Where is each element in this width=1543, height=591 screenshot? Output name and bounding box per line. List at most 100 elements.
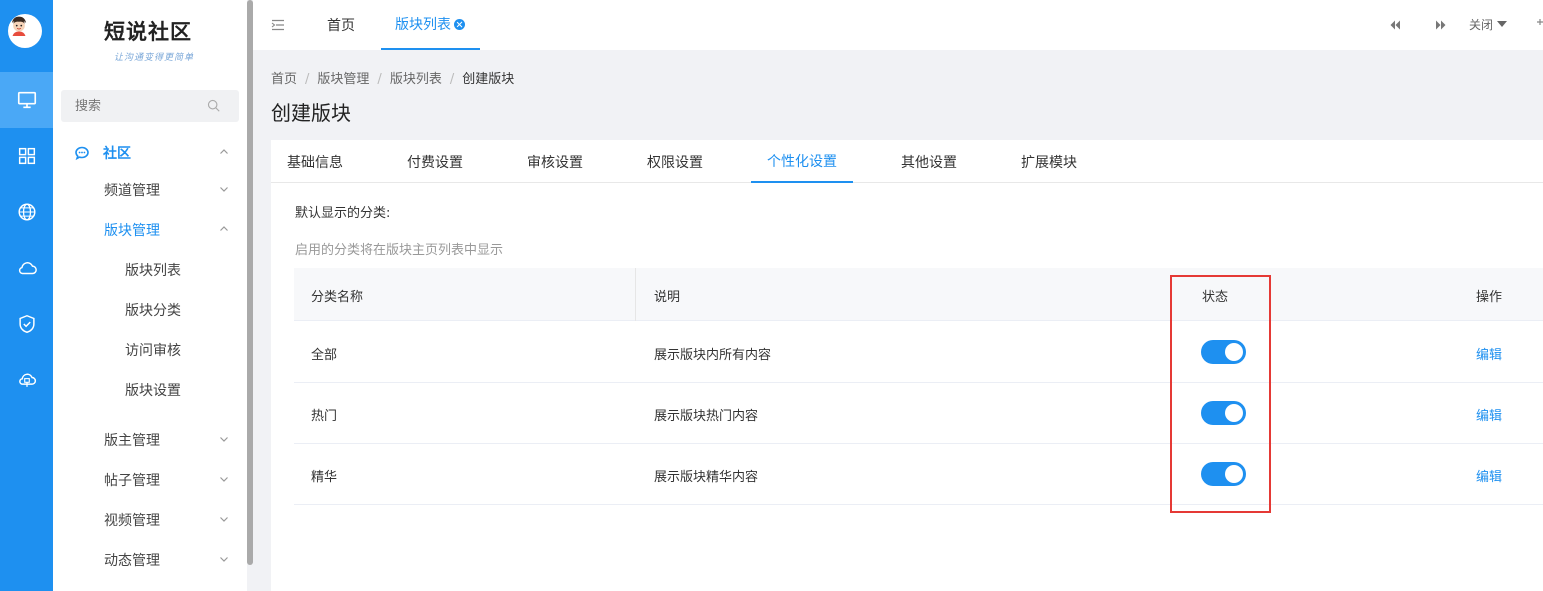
tab-home[interactable]: 首页 xyxy=(327,0,355,50)
header-description: 说明 xyxy=(654,290,681,305)
tab-personalization-settings[interactable]: 个性化设置 xyxy=(751,140,853,183)
icon-rail xyxy=(0,0,53,591)
category-description: 展示版块热门内容 xyxy=(654,409,759,424)
sidebar-scrollbar[interactable] xyxy=(247,0,253,565)
chevron-up-icon xyxy=(220,149,228,154)
tab-label: 版块列表 xyxy=(395,17,451,33)
shield-check-icon xyxy=(18,314,35,334)
table-row: 全部 展示版块内所有内容 编辑 xyxy=(294,322,1543,383)
table-row: 热门 展示版块热门内容 编辑 xyxy=(294,383,1543,444)
close-tab-icon[interactable] xyxy=(454,18,465,30)
edit-link[interactable]: 编辑 xyxy=(1476,344,1502,363)
sidebar-item-section-list[interactable]: 版块列表 xyxy=(53,250,247,290)
sidebar-item-moderators[interactable]: 版主管理 xyxy=(53,420,247,460)
grid-icon xyxy=(18,147,35,165)
rail-cloud-button[interactable] xyxy=(0,240,53,296)
header-name: 分类名称 xyxy=(311,290,364,305)
search-input[interactable] xyxy=(61,90,211,122)
breadcrumb-item[interactable]: 版块管理 xyxy=(317,72,369,87)
chevron-down-icon xyxy=(220,437,228,442)
sidebar-item-videos[interactable]: 视频管理 xyxy=(53,500,247,540)
sidebar-item-section-settings[interactable]: 版块设置 xyxy=(53,370,247,410)
chevron-up-icon xyxy=(220,226,228,231)
sidebar-item-label: 版块设置 xyxy=(125,383,181,399)
sidebar-search xyxy=(61,90,239,122)
header-actions: 操作 xyxy=(1476,290,1503,305)
close-tabs-dropdown[interactable]: 关闭 xyxy=(1469,16,1508,33)
sidebar-item-label: 版块分类 xyxy=(125,303,181,319)
sidebar-item-section-categories[interactable]: 版块分类 xyxy=(53,290,247,330)
chevron-down-icon xyxy=(220,477,228,482)
rail-grid-button[interactable] xyxy=(0,128,53,184)
sidebar-group-community[interactable]: 社区 xyxy=(53,133,247,173)
form-tabs: 基础信息 付费设置 审核设置 权限设置 个性化设置 其他设置 扩展模块 xyxy=(271,140,1543,183)
cloud-network-icon xyxy=(18,373,36,387)
section-label: 默认显示的分类: xyxy=(295,206,391,221)
sidebar-item-label: 版块列表 xyxy=(125,263,181,279)
rail-cloud-network-button[interactable] xyxy=(0,352,53,408)
edit-link[interactable]: 编辑 xyxy=(1476,466,1502,485)
sidebar-item-label: 动态管理 xyxy=(104,553,160,569)
tab-basic-info[interactable]: 基础信息 xyxy=(271,140,359,183)
content-card: 基础信息 付费设置 审核设置 权限设置 个性化设置 其他设置 扩展模块 默认显示… xyxy=(271,140,1543,591)
fullscreen-icon[interactable] xyxy=(1536,18,1543,32)
table-row: 精华 展示版块精华内容 编辑 xyxy=(294,444,1543,505)
globe-icon xyxy=(17,203,36,221)
category-description: 展示版块内所有内容 xyxy=(654,348,772,363)
tab-label: 基础信息 xyxy=(287,154,343,171)
tab-section-list[interactable]: 版块列表 xyxy=(381,0,480,50)
search-icon[interactable] xyxy=(207,99,221,113)
tab-label: 权限设置 xyxy=(647,154,703,171)
scroll-right-icon[interactable] xyxy=(1434,18,1448,32)
sidebar-group-label: 社区 xyxy=(103,146,131,162)
avatar-face-icon xyxy=(8,14,30,36)
chat-bubble-icon xyxy=(75,146,89,161)
chevron-down-icon xyxy=(220,517,228,522)
breadcrumb-current: 创建版块 xyxy=(462,72,515,87)
caret-down-icon xyxy=(1497,21,1508,27)
column-divider xyxy=(635,268,636,321)
edit-link[interactable]: 编辑 xyxy=(1476,405,1502,424)
chevron-down-icon xyxy=(220,187,228,192)
rail-monitor-button[interactable] xyxy=(0,72,53,128)
tab-extension-modules[interactable]: 扩展模块 xyxy=(1005,140,1093,183)
sidebar-item-access-review[interactable]: 访问审核 xyxy=(53,330,247,370)
scroll-left-icon[interactable] xyxy=(1388,18,1402,32)
breadcrumb-item[interactable]: 首页 xyxy=(271,72,297,87)
rail-shield-button[interactable] xyxy=(0,296,53,352)
sidebar-item-sections[interactable]: 版块管理 xyxy=(53,210,247,250)
monitor-icon xyxy=(17,91,36,109)
tab-other-settings[interactable]: 其他设置 xyxy=(885,140,973,183)
category-name: 热门 xyxy=(311,409,338,424)
brand-slogan: 让沟通变得更简单 xyxy=(113,53,194,63)
sidebar-item-label: 帖子管理 xyxy=(104,473,160,489)
tab-label: 其他设置 xyxy=(901,154,957,171)
category-name: 精华 xyxy=(311,470,338,485)
sidebar-item-moments[interactable]: 动态管理 xyxy=(53,540,247,580)
table-header: 分类名称 说明 状态 操作 xyxy=(294,268,1543,321)
sidebar-item-label: 版块管理 xyxy=(104,223,160,239)
sidebar-item-label: 访问审核 xyxy=(125,343,181,359)
tab-label: 个性化设置 xyxy=(767,153,837,170)
close-label: 关闭 xyxy=(1469,18,1494,32)
tab-label: 扩展模块 xyxy=(1021,154,1077,171)
breadcrumb-item[interactable]: 版块列表 xyxy=(390,72,442,87)
tab-review-settings[interactable]: 审核设置 xyxy=(511,140,599,183)
menu-fold-icon[interactable] xyxy=(271,18,285,32)
page-title: 创建版块 xyxy=(271,101,351,125)
sidebar-item-label: 频道管理 xyxy=(104,183,160,199)
sidebar: 短说社区 让沟通变得更简单 社区 频道管理 版块管理 版块列表 版块分类 访问审… xyxy=(53,0,247,591)
rail-globe-button[interactable] xyxy=(0,184,53,240)
tab-permission-settings[interactable]: 权限设置 xyxy=(631,140,719,183)
user-avatar[interactable] xyxy=(8,14,42,48)
tab-label: 首页 xyxy=(327,18,355,34)
tab-payment-settings[interactable]: 付费设置 xyxy=(391,140,479,183)
sidebar-item-label: 视频管理 xyxy=(104,513,160,529)
sidebar-item-channels[interactable]: 频道管理 xyxy=(53,170,247,210)
sidebar-item-posts[interactable]: 帖子管理 xyxy=(53,460,247,500)
cloud-icon xyxy=(18,262,37,275)
chevron-down-icon xyxy=(220,557,228,562)
category-description: 展示版块精华内容 xyxy=(654,470,759,485)
breadcrumb: 首页 / 版块管理 / 版块列表 / 创建版块 xyxy=(271,72,515,87)
tab-label: 付费设置 xyxy=(407,154,463,171)
